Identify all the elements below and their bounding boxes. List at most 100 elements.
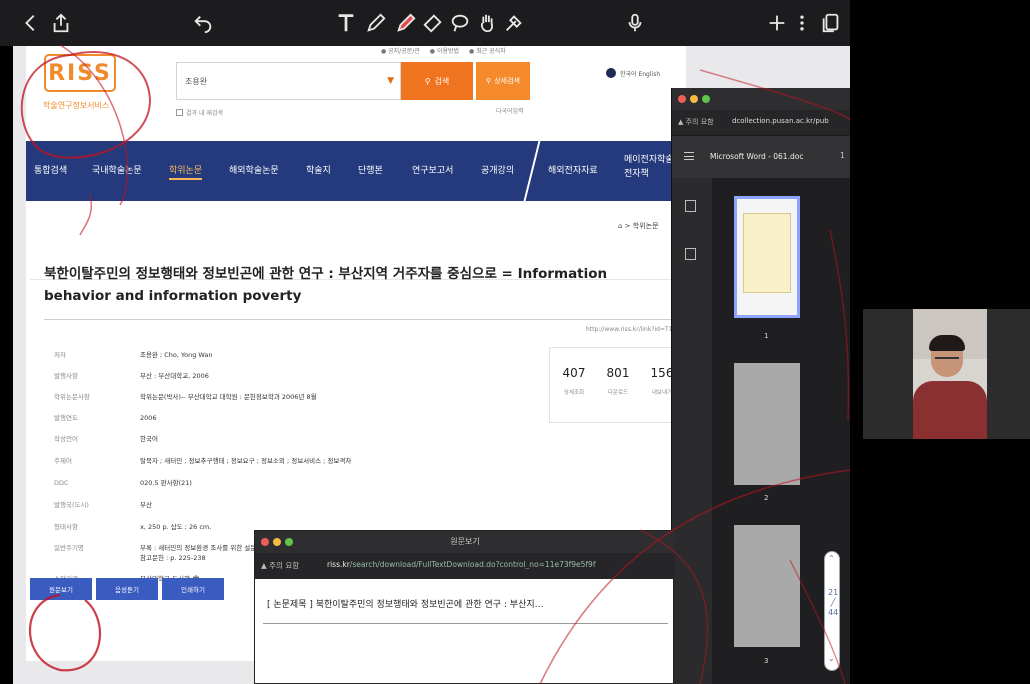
page-number: 3: [764, 657, 769, 665]
minimize-window-icon[interactable]: [690, 95, 698, 103]
pen-icon[interactable]: [363, 8, 389, 38]
share-icon[interactable]: [48, 8, 74, 38]
window-title: 원문보기: [450, 537, 480, 546]
lasso-icon[interactable]: [447, 8, 473, 38]
page-separator: ╱: [830, 598, 836, 607]
nav-item[interactable]: 통합검색: [34, 163, 67, 176]
meta-row: DDC 020.5 판사항(21): [54, 479, 192, 488]
eraser-icon[interactable]: [420, 8, 446, 38]
address-url[interactable]: dcollection.pusan.ac.kr/pub: [732, 117, 829, 125]
meta-value: 한국어: [140, 435, 158, 443]
chevron-left-icon[interactable]: [18, 8, 44, 38]
scroll-down-icon[interactable]: ⌄: [828, 654, 835, 663]
url-path: /search/download/FullTextDownload.do?con…: [349, 560, 596, 569]
meta-value: 참고문헌 : p. 225-238: [140, 554, 206, 562]
page-thumbnail[interactable]: [734, 525, 800, 647]
total-pages: 44: [828, 608, 839, 617]
outline-view-icon[interactable]: [685, 248, 696, 260]
checkbox-icon[interactable]: [176, 109, 183, 116]
page-scroll-control[interactable]: ⌃ 21 ╱ 44 ⌄: [824, 551, 840, 671]
address-url[interactable]: riss.kr/search/download/FullTextDownload…: [327, 560, 672, 569]
top-link[interactable]: ● 이용방법: [430, 46, 459, 55]
current-page: 21: [828, 588, 839, 597]
page-counter: 21 ╱ 44: [828, 588, 838, 618]
page-thumbnail-selected[interactable]: [734, 196, 800, 318]
search-button-label: 검색: [434, 76, 450, 86]
plus-icon[interactable]: [764, 8, 790, 38]
nav-item[interactable]: 연구보고서: [412, 163, 453, 176]
nav-item[interactable]: 해외전자자료: [548, 163, 598, 176]
top-links: ● 공지/공문/관 ● 이용방법 ● 최근 공식자: [381, 46, 506, 55]
undo-icon[interactable]: [190, 8, 216, 38]
nav-item[interactable]: 단행본: [358, 163, 383, 176]
meta-row: 발행연도 2006: [54, 414, 157, 423]
meta-row: 발행국(도시) 부산: [54, 501, 152, 510]
nav-item[interactable]: 국내학술논문: [92, 163, 142, 176]
nav-item[interactable]: 해외학술논문: [229, 163, 279, 176]
breadcrumb[interactable]: ⌂ > 학위논문: [618, 221, 659, 231]
thesis-title-line: [ 논문제목 ] 북한이탈주민의 정보행태와 정보빈곤에 관한 연구 : 부산지…: [267, 600, 544, 610]
top-link[interactable]: ● 최근 공식자: [469, 46, 506, 55]
nav-item-active[interactable]: 학위논문: [169, 163, 203, 180]
more-icon[interactable]: [792, 8, 812, 38]
page-title: 북한이탈주민의 정보행태와 정보빈곤에 관한 연구 : 부산지역 거주자를 중심…: [44, 266, 608, 304]
meta-row: 작성언어 한국어: [54, 435, 158, 444]
thumbnail-view-icon[interactable]: [685, 200, 696, 212]
scroll-up-icon[interactable]: ⌃: [828, 554, 835, 563]
address-bar[interactable]: ▲ 주의 요함 dcollection.pusan.ac.kr/pub: [672, 110, 850, 136]
divider: [263, 623, 668, 624]
laser-pointer-icon[interactable]: [501, 8, 527, 38]
meta-row: 형태사항 x, 250 p. 삽도 ; 26 cm.: [54, 523, 211, 532]
multi-language-link[interactable]: 다국어입력: [496, 106, 524, 115]
view-fulltext-button[interactable]: 원문보기: [30, 578, 92, 600]
riss-logo[interactable]: RISS: [44, 54, 116, 92]
meta-value[interactable]: 조용완 ; Cho, Yong Wan: [140, 351, 213, 359]
meta-value: 020.5 판사항(21): [140, 479, 192, 487]
menu-icon[interactable]: [684, 152, 694, 160]
nav-item[interactable]: 공개강의: [481, 163, 514, 176]
annotation-toolbar: [0, 0, 850, 46]
top-link[interactable]: ● 공지/공문/관: [381, 46, 420, 55]
meta-row: 발행사항 부산 : 부산대학교, 2006: [54, 372, 209, 381]
nav-divider: [523, 141, 541, 201]
detail-search-button[interactable]: ⚲ 상세검색: [476, 62, 530, 100]
nav-item[interactable]: 학술지: [306, 163, 331, 176]
pdf-sidebar: [672, 178, 712, 684]
presenter-hair: [929, 335, 965, 351]
search-input[interactable]: [185, 63, 380, 99]
page-number: 1: [764, 332, 769, 340]
language-label: 한국어 English: [620, 70, 661, 78]
listen-button[interactable]: 음성듣기: [96, 578, 158, 600]
close-window-icon[interactable]: [678, 95, 686, 103]
meta-value: 부산: [140, 501, 152, 509]
in-result-checkbox[interactable]: 결과 내 재검색: [176, 108, 223, 117]
meta-row: 학위논문사항 학위논문(박사)-- 부산대학교 대학원 : 문헌정보학과 2006…: [54, 393, 317, 402]
hand-icon[interactable]: [474, 8, 500, 38]
webcam-feed: [863, 309, 1030, 439]
meta-value: x, 250 p. 삽도 ; 26 cm.: [140, 523, 212, 531]
page-preview: [743, 213, 791, 293]
meta-label: 저자: [54, 351, 66, 359]
search-button[interactable]: ⚲ 검색: [401, 62, 473, 100]
meta-label: 일반주기명: [54, 544, 84, 552]
microphone-icon[interactable]: [622, 8, 648, 38]
meta-value: 부록 : 새터민의 정보환경 조사를 위한 설문지: [140, 544, 263, 552]
dropdown-caret-icon[interactable]: ▼: [387, 76, 394, 86]
meta-row: 주제어 탈북자 ; 새터민 ; 정보추구행태 ; 정보요구 ; 정보소외 ; 정보…: [54, 457, 351, 466]
pdf-toolbar: Microsoft Word - 061.doc 1: [672, 136, 850, 178]
page-thumbnail[interactable]: [734, 363, 800, 485]
meta-value[interactable]: 탈북자 ; 새터민 ; 정보추구행태 ; 정보요구 ; 정보소외 ; 정보서비스…: [140, 457, 351, 465]
language-select[interactable]: 한국어 English: [606, 68, 660, 78]
address-bar[interactable]: ▲ 주의 요함 riss.kr/search/download/FullText…: [255, 553, 675, 579]
pages-icon[interactable]: [818, 8, 844, 38]
meta-label: DDC: [54, 479, 69, 487]
print-button[interactable]: 인쇄하기: [162, 578, 224, 600]
fulltext-popup-window: 원문보기 ▲ 주의 요함 riss.kr/search/download/Ful…: [254, 530, 675, 684]
maximize-window-icon[interactable]: [702, 95, 710, 103]
detail-search-label: 상세검색: [494, 78, 520, 85]
marker-icon[interactable]: [393, 8, 419, 38]
meta-label: 발행국(도시): [54, 501, 89, 509]
text-tool-icon[interactable]: [333, 8, 359, 38]
window-titlebar: [672, 88, 850, 110]
usage-stats: 407 상세조회 801 다운로드 156 내보내기: [549, 347, 684, 423]
